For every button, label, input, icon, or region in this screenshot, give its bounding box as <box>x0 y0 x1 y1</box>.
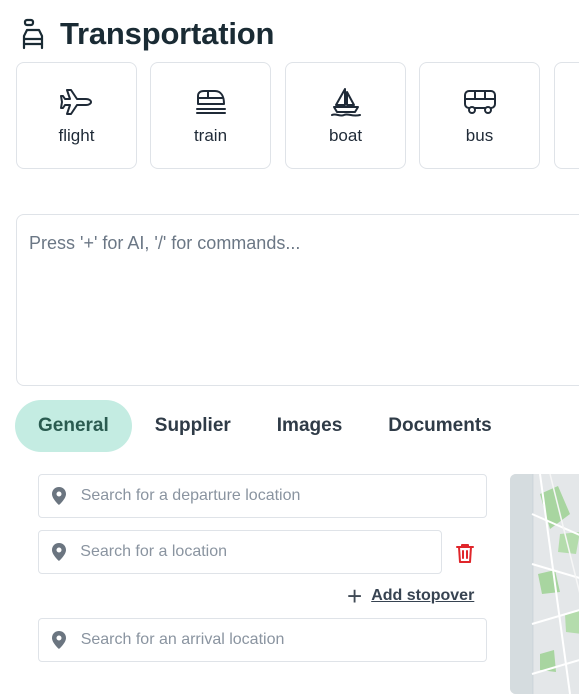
page-title: Transportation <box>60 16 275 51</box>
type-label: flight <box>58 125 95 145</box>
editor-placeholder: Press '+' for AI, '/' for commands... <box>29 233 301 253</box>
tab-bar: General Supplier Images Documents <box>15 400 515 452</box>
trash-icon[interactable] <box>456 543 474 563</box>
stopover-location-field <box>38 530 442 574</box>
type-card-bus[interactable]: bus <box>419 62 540 169</box>
arrival-location-field <box>38 618 487 662</box>
notes-editor[interactable]: Press '+' for AI, '/' for commands... <box>16 214 579 386</box>
plus-icon: + <box>347 581 363 611</box>
sailboat-icon <box>330 86 362 118</box>
map-pin-icon <box>39 631 79 649</box>
transport-type-list: flight train boat bus <box>16 62 579 172</box>
route-map[interactable] <box>510 474 579 694</box>
add-stopover-button[interactable]: + Add stopover <box>347 581 475 611</box>
map-pin-icon <box>39 487 79 505</box>
type-card-flight[interactable]: flight <box>16 62 137 169</box>
arrival-location-input[interactable] <box>78 630 486 650</box>
stopover-location-input[interactable] <box>78 542 441 562</box>
map-pin-icon <box>39 543 78 561</box>
tab-general[interactable]: General <box>15 400 132 452</box>
type-label: train <box>193 125 228 145</box>
type-card-more[interactable] <box>554 62 579 169</box>
tab-documents[interactable]: Documents <box>365 400 514 452</box>
page-header: Transportation <box>20 14 274 54</box>
add-stopover-label: Add stopover <box>371 587 475 604</box>
bus-icon <box>463 86 497 118</box>
departure-location-field <box>38 474 487 518</box>
departure-location-input[interactable] <box>78 486 486 506</box>
type-card-boat[interactable]: boat <box>285 62 406 169</box>
train-icon <box>195 86 227 118</box>
car-icon <box>20 17 46 51</box>
plane-icon <box>59 86 94 118</box>
type-label: bus <box>465 125 494 145</box>
tab-images[interactable]: Images <box>254 400 365 452</box>
type-card-train[interactable]: train <box>150 62 271 169</box>
type-label: boat <box>328 125 363 145</box>
tab-supplier[interactable]: Supplier <box>132 400 254 452</box>
